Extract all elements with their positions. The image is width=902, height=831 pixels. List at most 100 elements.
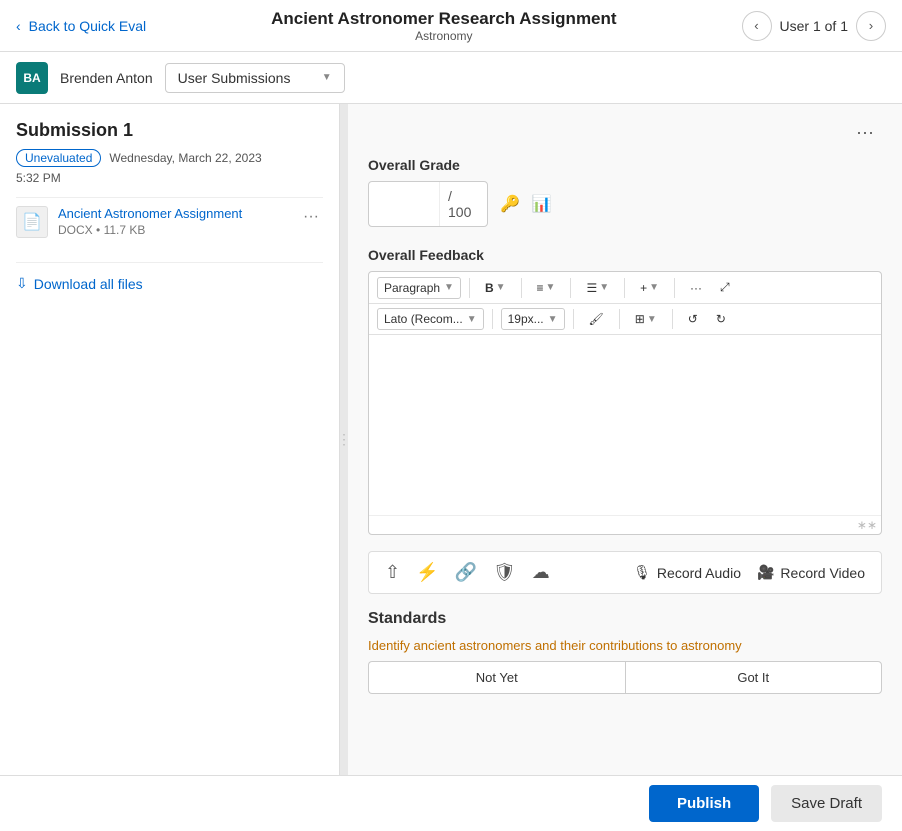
avatar: BA — [16, 62, 48, 94]
camera-icon: 🎥 — [757, 564, 774, 581]
download-all-button[interactable]: ⇩ Download all files — [16, 262, 323, 292]
font-dropdown[interactable]: Lato (Recom... ▼ — [377, 308, 484, 330]
separator-9 — [672, 309, 673, 329]
paragraph-label: Paragraph — [384, 281, 440, 295]
page-title: Ancient Astronomer Research Assignment — [146, 9, 741, 29]
footer: Publish Save Draft — [0, 775, 902, 831]
header: ‹ Back to Quick Eval Ancient Astronomer … — [0, 0, 902, 52]
fullscreen-icon: ⤢ — [720, 280, 730, 295]
separator-1 — [469, 278, 470, 298]
chevron-down-icon: ▼ — [322, 72, 332, 83]
align-label: ≡ — [537, 281, 544, 295]
insert-group: + ▼ — [633, 277, 666, 299]
standards-section: Standards Identify ancient astronomers a… — [368, 610, 882, 694]
back-button-label: Back to Quick Eval — [29, 18, 147, 34]
left-panel: Submission 1 Unevaluated Wednesday, Marc… — [0, 104, 340, 775]
back-button[interactable]: ‹ Back to Quick Eval — [16, 18, 146, 34]
more-toolbar-label: ··· — [690, 281, 702, 295]
resize-handle[interactable]: ⋮ — [340, 104, 348, 775]
file-type: DOCX — [58, 223, 93, 237]
sub-header: BA Brenden Anton User Submissions ▼ — [0, 52, 902, 104]
link-icon[interactable]: 🔗 — [455, 562, 477, 583]
overall-grade-label: Overall Grade — [368, 157, 882, 173]
not-yet-label: Not Yet — [476, 670, 518, 685]
align-group: ≡ ▼ — [530, 277, 563, 299]
record-video-button[interactable]: 🎥 Record Video — [757, 564, 865, 581]
media-actions-group: 🎙 Record Audio 🎥 Record Video — [633, 564, 865, 581]
user-counter: User 1 of 1 — [780, 18, 848, 34]
size-label: 19px... — [508, 312, 544, 326]
main-content: Submission 1 Unevaluated Wednesday, Marc… — [0, 104, 902, 775]
paragraph-group: Paragraph ▼ — [377, 277, 461, 299]
key-icon[interactable]: 🔑 — [500, 194, 520, 214]
save-draft-label: Save Draft — [791, 795, 862, 812]
publish-button[interactable]: Publish — [649, 785, 759, 822]
standard-highlight-3: and their contributions to — [535, 638, 677, 653]
undo-button[interactable]: ↺ — [681, 308, 705, 330]
media-toolbar: ⇧ ⚡ 🔗 🛡 ☁ 🎙 Record Audio 🎥 Record Video — [368, 551, 882, 594]
font-label: Lato (Recom... — [384, 312, 463, 326]
table-button[interactable]: ⊞ ▼ — [628, 308, 664, 330]
chart-icon[interactable]: 📊 — [532, 194, 552, 214]
paint-button[interactable]: 🖌 — [582, 308, 611, 330]
standard-highlight-4: astronomy — [681, 638, 742, 653]
list-button[interactable]: ☰ ▼ — [579, 277, 616, 299]
editor-toolbar-row1: Paragraph ▼ B ▼ ≡ ▼ — [369, 272, 881, 304]
right-panel-header: ··· — [368, 120, 882, 145]
microphone-icon: 🎙 — [633, 564, 651, 581]
feedback-editor-area[interactable] — [369, 335, 881, 515]
editor-resize-handle[interactable]: ∗∗ — [369, 515, 881, 534]
file-size: 11.7 KB — [104, 223, 146, 237]
paragraph-caret-icon: ▼ — [444, 282, 454, 293]
list-caret-icon: ▼ — [599, 282, 609, 293]
size-dropdown[interactable]: 19px... ▼ — [501, 308, 565, 330]
bold-caret-icon: ▼ — [496, 282, 506, 293]
user-name: Brenden Anton — [60, 70, 153, 86]
lightning-icon[interactable]: ⚡ — [416, 562, 438, 583]
bold-button[interactable]: B ▼ — [478, 277, 513, 299]
got-it-button[interactable]: Got It — [625, 661, 883, 694]
separator-7 — [573, 309, 574, 329]
standard-highlight-2: ancient astronomers — [414, 638, 532, 653]
dropdown-label: User Submissions — [178, 70, 291, 86]
download-icon: ⇩ — [16, 275, 28, 292]
fullscreen-button[interactable]: ⤢ — [713, 276, 737, 299]
file-size-separator: • — [96, 223, 104, 237]
next-user-button[interactable]: › — [856, 11, 886, 41]
not-yet-button[interactable]: Not Yet — [368, 661, 625, 694]
standards-title: Standards — [368, 610, 882, 628]
grade-input[interactable] — [369, 190, 439, 218]
prev-user-button[interactable]: ‹ — [742, 11, 772, 41]
right-panel: ··· Overall Grade / 100 🔑 📊 Overall Feed… — [348, 104, 902, 775]
table-caret-icon: ▼ — [647, 314, 657, 325]
file-name[interactable]: Ancient Astronomer Assignment — [58, 206, 289, 221]
back-arrow-icon: ‹ — [16, 18, 21, 34]
separator-4 — [624, 278, 625, 298]
shield-icon[interactable]: 🛡 — [493, 562, 516, 583]
separator-3 — [570, 278, 571, 298]
submission-time: 5:32 PM — [16, 171, 323, 185]
record-audio-button[interactable]: 🎙 Record Audio — [633, 564, 741, 581]
status-badge: Unevaluated — [16, 149, 101, 167]
file-menu-button[interactable]: ··· — [299, 206, 323, 228]
upload-icon[interactable]: ⇧ — [385, 562, 400, 583]
download-label: Download all files — [34, 276, 143, 292]
separator-8 — [619, 309, 620, 329]
align-button[interactable]: ≡ ▼ — [530, 277, 563, 299]
undo-icon: ↺ — [688, 312, 698, 326]
insert-button[interactable]: + ▼ — [633, 277, 666, 299]
save-draft-button[interactable]: Save Draft — [771, 785, 882, 822]
cloud-icon[interactable]: ☁ — [532, 562, 550, 583]
redo-button[interactable]: ↻ — [709, 308, 733, 330]
file-item: 📄 Ancient Astronomer Assignment DOCX • 1… — [16, 197, 323, 246]
paragraph-dropdown[interactable]: Paragraph ▼ — [377, 277, 461, 299]
standard-text: Identify ancient astronomers and their c… — [368, 638, 882, 653]
more-toolbar-button[interactable]: ··· — [683, 277, 709, 299]
document-icon: 📄 — [16, 206, 48, 238]
standard-item-1: Identify ancient astronomers and their c… — [368, 638, 882, 694]
submissions-dropdown[interactable]: User Submissions ▼ — [165, 63, 345, 93]
more-menu-button[interactable]: ··· — [848, 120, 882, 145]
font-caret-icon: ▼ — [467, 314, 477, 325]
got-it-label: Got It — [737, 670, 769, 685]
file-info: Ancient Astronomer Assignment DOCX • 11.… — [58, 206, 289, 237]
